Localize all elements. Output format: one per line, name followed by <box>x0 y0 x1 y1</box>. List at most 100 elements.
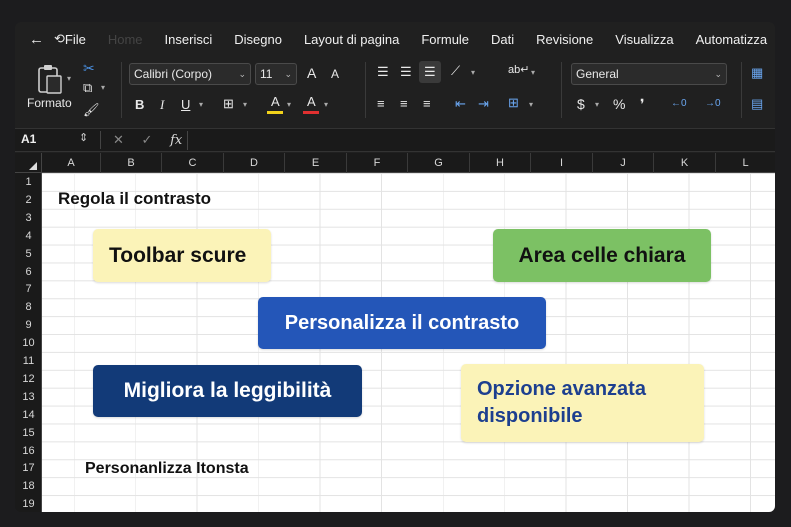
wrap-text-icon[interactable]: ab↵ <box>508 63 529 76</box>
menu-visualizza[interactable]: Visualizza <box>615 32 673 47</box>
row-header[interactable]: 3 <box>15 209 42 227</box>
row-header[interactable]: 11 <box>15 352 42 370</box>
column-header-f[interactable]: F <box>347 153 408 173</box>
row-header[interactable]: 10 <box>15 334 42 352</box>
align-center-icon[interactable]: ≡ <box>400 96 408 111</box>
row-header[interactable]: 1 <box>15 173 42 191</box>
shrink-font-button[interactable]: A <box>331 67 339 81</box>
column-header-l[interactable]: L <box>716 153 775 173</box>
row-header[interactable]: 15 <box>15 424 42 442</box>
merge-chevron-icon[interactable]: ▾ <box>529 100 533 109</box>
copy-icon[interactable]: ⧉ <box>83 80 92 96</box>
name-box[interactable]: A1 <box>21 132 36 146</box>
row-header[interactable]: 6 <box>15 263 42 281</box>
increase-indent-icon[interactable]: ⇥ <box>478 96 489 112</box>
underline-button[interactable]: U <box>181 97 190 112</box>
underline-chevron-icon[interactable]: ▾ <box>199 100 203 109</box>
align-bottom-button[interactable]: ☰ <box>419 61 441 83</box>
column-header-g[interactable]: G <box>408 153 470 173</box>
align-top-icon[interactable]: ☰ <box>377 64 389 80</box>
formula-input[interactable] <box>187 131 771 150</box>
callout-customize-contrast: Personalizza il contrasto <box>258 297 546 349</box>
column-header-j[interactable]: J <box>593 153 654 173</box>
highlight-color-bar <box>267 111 283 114</box>
paste-chevron-icon[interactable]: ▾ <box>67 74 71 83</box>
number-format-dropdown[interactable]: General ⌄ <box>571 63 727 85</box>
menu-file[interactable]: File <box>65 32 86 47</box>
menu-disegno[interactable]: Disegno <box>234 32 282 47</box>
highlight-button[interactable]: A <box>271 94 280 109</box>
column-header-a[interactable]: A <box>42 153 101 173</box>
percent-button[interactable]: % <box>613 96 625 112</box>
align-left-icon[interactable]: ≡ <box>377 96 385 111</box>
align-middle-icon[interactable]: ☰ <box>400 64 412 80</box>
conditional-format-icon[interactable]: ▦ <box>751 65 763 81</box>
copy-chevron-icon[interactable]: ▾ <box>101 83 105 92</box>
borders-icon[interactable]: ⊞ <box>223 96 234 112</box>
column-header-d[interactable]: D <box>224 153 285 173</box>
menu-dati[interactable]: Dati <box>491 32 514 47</box>
callout-light-cells: Area celle chiara <box>493 229 711 282</box>
paste-button[interactable] <box>35 62 65 96</box>
menu-automatizza[interactable]: Automatizza <box>696 32 768 47</box>
italic-button[interactable]: I <box>160 97 164 113</box>
font-color-button[interactable]: A <box>307 94 316 109</box>
name-box-stepper-icon[interactable]: ⇕ <box>79 131 88 144</box>
highlight-chevron-icon[interactable]: ▾ <box>287 100 291 109</box>
font-name-dropdown[interactable]: Calibri (Corpo) ⌄ <box>129 63 251 85</box>
currency-chevron-icon[interactable]: ▾ <box>595 100 599 109</box>
insert-function-icon[interactable]: fx <box>170 133 182 148</box>
row-header[interactable]: 7 <box>15 280 42 298</box>
row-header[interactable]: 9 <box>15 316 42 334</box>
font-size-value: 11 <box>260 67 273 81</box>
menu-home[interactable]: Home <box>108 32 143 47</box>
decrease-decimal-icon[interactable]: →0 <box>705 98 721 109</box>
select-all-button[interactable] <box>15 153 42 173</box>
confirm-icon[interactable]: ✓ <box>142 132 153 147</box>
row-header[interactable]: 13 <box>15 388 42 406</box>
excel-window: ← ⟲ File Home Inserisci Disegno Layout d… <box>15 22 775 512</box>
menu-inserisci[interactable]: Inserisci <box>165 32 213 47</box>
cancel-icon[interactable]: ✕ <box>113 132 124 147</box>
back-arrow-icon[interactable]: ← <box>29 31 44 48</box>
menu-layout-di-pagina[interactable]: Layout di pagina <box>304 32 399 47</box>
borders-chevron-icon[interactable]: ▾ <box>243 100 247 109</box>
nav-buttons: ← ⟲ <box>15 31 65 48</box>
merge-cells-icon[interactable]: ⊞ <box>508 95 519 111</box>
menu-formule[interactable]: Formule <box>421 32 469 47</box>
row-header[interactable]: 17 <box>15 459 42 477</box>
cut-icon[interactable]: ✂ <box>83 60 95 77</box>
format-painter-icon[interactable]: 🖌︎ <box>83 102 100 118</box>
row-header[interactable]: 12 <box>15 370 42 388</box>
orientation-icon[interactable]: ⟋ <box>451 63 460 79</box>
row-header[interactable]: 19 <box>15 495 42 512</box>
font-color-chevron-icon[interactable]: ▾ <box>324 100 328 109</box>
row-header[interactable]: 2 <box>15 191 42 209</box>
wrap-chevron-icon[interactable]: ▾ <box>531 68 535 77</box>
align-right-icon[interactable]: ≡ <box>423 96 431 111</box>
comma-button[interactable]: ❜ <box>640 96 645 113</box>
font-size-dropdown[interactable]: 11 ⌄ <box>255 63 297 85</box>
row-header[interactable]: 5 <box>15 245 42 263</box>
row-header[interactable]: 18 <box>15 477 42 495</box>
grow-font-button[interactable]: A <box>307 65 316 81</box>
column-header-b[interactable]: B <box>101 153 162 173</box>
row-header[interactable]: 4 <box>15 227 42 245</box>
menu-revisione[interactable]: Revisione <box>536 32 593 47</box>
column-header-c[interactable]: C <box>162 153 224 173</box>
increase-decimal-icon[interactable]: ←0 <box>671 98 687 109</box>
cell-grid[interactable]: Regola il contrasto Toolbar scure Area c… <box>42 173 775 512</box>
row-header[interactable]: 14 <box>15 406 42 424</box>
row-header[interactable]: 8 <box>15 298 42 316</box>
format-table-icon[interactable]: ▤ <box>751 96 763 112</box>
column-header-k[interactable]: K <box>654 153 716 173</box>
column-header-i[interactable]: I <box>531 153 593 173</box>
column-header-e[interactable]: E <box>285 153 347 173</box>
bold-button[interactable]: B <box>135 97 144 112</box>
undo-icon[interactable]: ⟲ <box>54 31 65 47</box>
row-header[interactable]: 16 <box>15 442 42 460</box>
decrease-indent-icon[interactable]: ⇤ <box>455 96 466 112</box>
column-header-h[interactable]: H <box>470 153 531 173</box>
orientation-chevron-icon[interactable]: ▾ <box>471 68 475 77</box>
currency-button[interactable]: $ <box>577 96 585 112</box>
